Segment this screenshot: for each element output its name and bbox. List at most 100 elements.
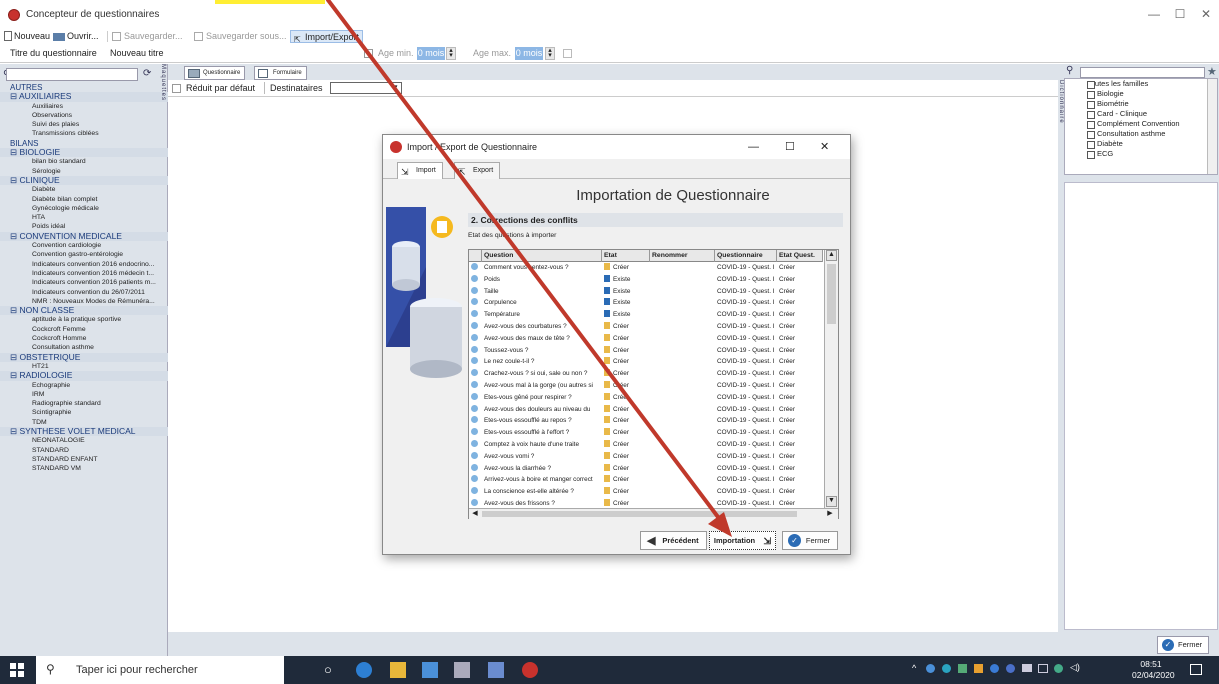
table-cell[interactable] — [652, 275, 714, 285]
tray-icon-2[interactable] — [942, 664, 951, 673]
table-row[interactable]: Taille Existe COVID-19 - Quest. I Créer — [469, 286, 823, 297]
table-row[interactable]: Crachez-vous ? si oui, sale ou non ? Crée… — [469, 369, 823, 379]
tree-item[interactable]: Poids idéal — [0, 222, 168, 231]
dialog-fermer-button[interactable]: ✓ Fermer — [782, 531, 838, 550]
maximize-button[interactable]: ☐ — [1170, 6, 1190, 22]
nouveau-button[interactable]: Nouveau — [14, 30, 50, 43]
tree-item[interactable]: Indicateurs convention 2016 endocrino... — [0, 260, 168, 269]
table-row[interactable]: Comptez à voix haute d'une traite Créer CO… — [469, 440, 823, 450]
tree-item[interactable]: Cockcroft Femme — [0, 325, 168, 334]
table-row[interactable]: Avez-vous des courbatures ? Créer COVID-19… — [469, 322, 823, 332]
column-header-etat-quest[interactable]: Etat Quest. — [777, 250, 823, 262]
battery-icon[interactable] — [1022, 664, 1032, 672]
column-header-question[interactable]: Question — [482, 250, 602, 262]
table-row[interactable]: La conscience est-elle altérée ? Créer COV… — [469, 487, 823, 497]
tree-item[interactable]: Indicateurs convention 2016 patients m..… — [0, 278, 168, 287]
app-icon[interactable] — [488, 662, 504, 678]
table-cell[interactable] — [652, 440, 714, 450]
notifications-icon[interactable] — [1190, 664, 1202, 675]
tray-icon-1[interactable] — [926, 664, 935, 673]
scroll-up-icon[interactable]: ▲ — [826, 250, 837, 261]
tree-category[interactable]: ⊟ OBSTETRIQUE — [0, 352, 168, 362]
dictionary-item[interactable]: Complément Convention — [1065, 119, 1217, 129]
tab-questionnaire[interactable]: Questionnaire — [184, 66, 246, 80]
tree-item[interactable]: HT21 — [0, 362, 168, 371]
tree-item[interactable]: STANDARD — [0, 446, 168, 455]
calculator-icon[interactable] — [454, 662, 470, 678]
table-row[interactable]: Avez-vous la diarrhée ? Créer COVID-19 - Q… — [469, 463, 823, 474]
dictionary-item[interactable]: Consultation asthme — [1065, 129, 1217, 139]
destinataires-select[interactable]: ▼ — [330, 82, 402, 94]
refresh-icon[interactable]: ⟳ — [143, 68, 151, 79]
tree-item[interactable]: Observations — [0, 111, 168, 120]
dialog-maximize-button[interactable]: ☐ — [785, 135, 795, 159]
dictionary-search-input[interactable] — [1080, 67, 1205, 78]
table-cell[interactable] — [652, 322, 714, 332]
table-row[interactable]: Avez-vous vomi ? Créer COVID-19 - Quest. I… — [469, 451, 823, 462]
tree-item[interactable]: Diabète — [0, 185, 168, 194]
table-row[interactable]: Etes-vous gêné pour respirer ? Créer COVID… — [469, 392, 823, 403]
tree-category[interactable]: ⊟ CONVENTION MEDICALE — [0, 231, 168, 242]
taskbar-search[interactable]: ⚲ Taper ici pour rechercher — [36, 656, 284, 684]
tree-item[interactable]: Echographie — [0, 381, 168, 390]
tree-item[interactable]: NEONATALOGIE — [0, 436, 168, 445]
scroll-right-icon[interactable]: ▶ — [825, 509, 835, 519]
table-cell[interactable] — [652, 487, 714, 497]
table-row[interactable]: Température Existe COVID-19 - Quest. I Crée… — [469, 310, 823, 320]
precedent-button[interactable]: ◀ Précédent — [640, 531, 707, 550]
tab-formulaire[interactable]: Formulaire — [254, 66, 307, 80]
tree-category[interactable]: ⊟ BIOLOGIE — [0, 148, 168, 158]
tab-export[interactable]: ⇱ Export — [454, 162, 501, 179]
tree-item[interactable]: TDM — [0, 418, 168, 427]
tree-item[interactable]: Indicateurs convention du 26/07/2011 — [0, 288, 168, 297]
tree-item[interactable]: IRM — [0, 390, 168, 399]
table-cell[interactable] — [652, 357, 714, 367]
tree-category[interactable]: ⊟ AUXILIAIRES — [0, 92, 168, 102]
close-button[interactable]: ✕ — [1196, 6, 1216, 22]
tray-icon-3[interactable] — [958, 664, 967, 673]
task-view-icon[interactable]: ○ — [324, 662, 340, 678]
tray-icon-6[interactable] — [1006, 664, 1015, 673]
age-checkbox[interactable] — [364, 49, 373, 58]
tree-item[interactable]: Cockcroft Homme — [0, 334, 168, 343]
dictionary-item[interactable]: ECG — [1065, 149, 1217, 159]
tree-item[interactable]: STANDARD VM — [0, 464, 168, 473]
table-row[interactable]: Avez-vous des maux de tête ? Créer COVID-1… — [469, 333, 823, 344]
tray-icon-7[interactable] — [1054, 664, 1063, 673]
star-icon[interactable]: ★ — [1207, 65, 1217, 78]
tree-item[interactable]: Convention gastro-entérologie — [0, 250, 168, 259]
minimize-button[interactable]: — — [1144, 6, 1164, 22]
import-export-button[interactable]: ⇱ Import/Export — [290, 30, 364, 44]
table-cell[interactable] — [652, 393, 714, 403]
dictionary-item[interactable]: Diabète — [1065, 139, 1217, 149]
tree-item[interactable]: Suivi des plaies — [0, 120, 168, 129]
tree-item[interactable]: Convention cardiologie — [0, 241, 168, 250]
network-icon[interactable] — [1038, 664, 1048, 673]
table-cell[interactable] — [652, 263, 714, 273]
tree-item[interactable]: HTA — [0, 213, 168, 222]
tree-category[interactable]: ⊟ RADIOLOGIE — [0, 371, 168, 381]
tree-item[interactable]: aptitude à la pratique sportive — [0, 315, 168, 324]
table-row[interactable]: Arrivez-vous à boire et manger correct Cr… — [469, 475, 823, 485]
tab-import[interactable]: ⇲ Import — [397, 162, 443, 179]
table-cell[interactable] — [652, 334, 714, 344]
table-cell[interactable] — [652, 416, 714, 426]
file-explorer-icon[interactable] — [390, 662, 406, 678]
table-cell[interactable] — [652, 287, 714, 297]
tree-category[interactable]: ⊟ SYNTHESE VOLET MEDICAL — [0, 426, 168, 437]
maquettes-vertical-tab[interactable]: Maquettes — [156, 64, 166, 124]
column-header-questionnaire[interactable]: Questionnaire — [715, 250, 777, 262]
table-cell[interactable] — [652, 310, 714, 320]
table-row[interactable]: Comment vous sentez-vous ? Créer COVID-19 … — [469, 263, 823, 273]
table-row[interactable]: Etes-vous essoufflé au repos ? Créer COVID… — [469, 416, 823, 426]
questionnaire-app-icon[interactable] — [522, 662, 538, 678]
tree-item[interactable]: bilan bio standard — [0, 157, 168, 166]
tree-item[interactable]: Diabète bilan complet — [0, 195, 168, 204]
table-row[interactable]: Le nez coule-t-il ? Créer COVID-19 - Quest… — [469, 357, 823, 367]
scroll-down-icon[interactable]: ▼ — [826, 496, 837, 507]
table-cell[interactable] — [652, 346, 714, 356]
table-cell[interactable] — [652, 428, 714, 438]
scroll-thumb-h[interactable] — [482, 511, 797, 517]
table-cell[interactable] — [652, 381, 714, 391]
title-value[interactable]: Nouveau titre — [110, 48, 164, 58]
